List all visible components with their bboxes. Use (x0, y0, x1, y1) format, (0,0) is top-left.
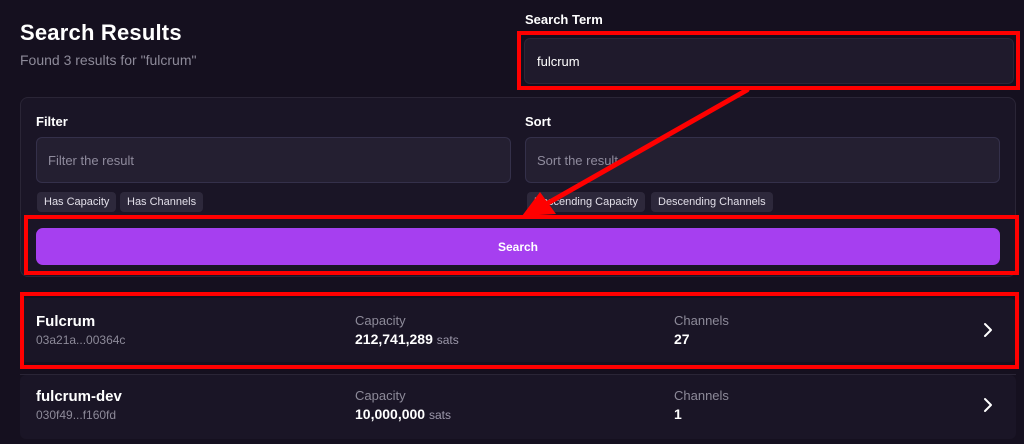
search-button[interactable]: Search (36, 228, 1000, 265)
sort-label: Sort (525, 114, 551, 129)
capacity-value: 10,000,000 sats (355, 406, 451, 422)
filter-label: Filter (36, 114, 68, 129)
sort-input[interactable] (525, 137, 1000, 183)
chip-has-channels[interactable]: Has Channels (120, 192, 204, 212)
capacity-unit: sats (436, 333, 459, 347)
search-term-label: Search Term (525, 12, 603, 27)
channels-value: 27 (674, 331, 690, 347)
result-row-fulcrum-dev[interactable] (20, 375, 1016, 439)
page-title: Search Results (20, 20, 182, 45)
capacity-value: 212,741,289 sats (355, 331, 459, 347)
node-name: fulcrum-dev (36, 388, 122, 405)
chevron-right-icon[interactable] (983, 397, 993, 413)
node-pubkey: 030f49...f160fd (36, 408, 117, 422)
capacity-label: Capacity (355, 388, 406, 403)
capacity-unit: sats (428, 408, 451, 422)
chip-descending-channels[interactable]: Descending Channels (651, 192, 773, 212)
channels-label: Channels (674, 313, 729, 328)
capacity-amount: 10,000,000 (355, 406, 426, 422)
node-name: Fulcrum (36, 313, 96, 330)
channels-label: Channels (674, 388, 729, 403)
filter-input[interactable] (36, 137, 511, 183)
result-row-fulcrum[interactable] (20, 298, 1016, 362)
chip-descending-capacity[interactable]: Descending Capacity (527, 192, 645, 212)
capacity-label: Capacity (355, 313, 406, 328)
node-pubkey: 03a21a...00364c (36, 333, 126, 347)
search-term-input[interactable] (524, 38, 1014, 84)
results-count-text: Found 3 results for "fulcrum" (20, 52, 197, 68)
chevron-right-icon[interactable] (983, 322, 993, 338)
chip-has-capacity[interactable]: Has Capacity (37, 192, 117, 212)
channels-value: 1 (674, 406, 682, 422)
capacity-amount: 212,741,289 (355, 331, 433, 347)
